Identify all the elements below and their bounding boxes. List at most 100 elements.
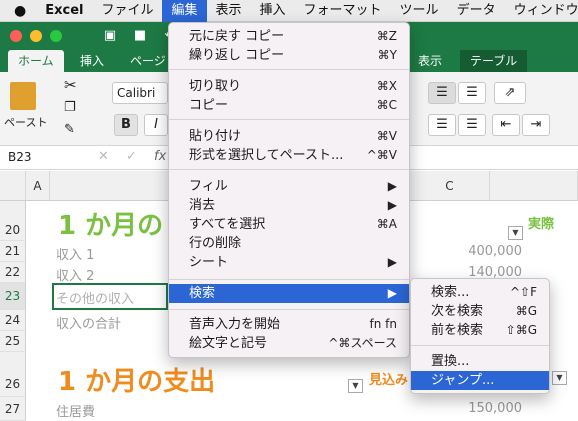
menu-item-shortcut: ^⌘V — [366, 148, 397, 162]
bold-button[interactable]: B — [114, 114, 138, 136]
submenu-item-go-to[interactable]: ジャンプ... — [411, 371, 549, 390]
justify-button[interactable]: ☰ — [458, 114, 486, 136]
column-header-a[interactable]: A — [26, 171, 50, 201]
menu-item-shortcut: ⌘V — [376, 129, 397, 143]
filter-dropdown-icon[interactable]: ▼ — [508, 226, 523, 240]
name-box[interactable]: B23 — [8, 150, 32, 164]
submenu-item-find-previous[interactable]: 前を検索 ⇧⌘G — [411, 321, 549, 340]
decrease-indent-icon[interactable]: ⇤ — [492, 114, 520, 136]
menu-item-delete-row[interactable]: 行の削除 — [169, 234, 409, 253]
menu-item-cut[interactable]: 切り取り ⌘X — [169, 77, 409, 96]
submenu-item-find[interactable]: 検索... ^⇧F — [411, 283, 549, 302]
submenu-item-replace[interactable]: 置換... — [411, 352, 549, 371]
menu-item-select-all[interactable]: すべてを選択 ⌘A — [169, 215, 409, 234]
menu-separator — [411, 345, 549, 346]
align-right-button[interactable]: ☰ — [428, 114, 456, 136]
menu-bar: ● Excel ファイル 編集 表示 挿入 フォーマット ツール データ ウィン… — [0, 0, 578, 22]
row-header[interactable]: 26 — [0, 352, 26, 397]
menu-item-copy[interactable]: コピー ⌘C — [169, 96, 409, 115]
menu-insert[interactable]: 挿入 — [251, 0, 295, 22]
menu-item-clear[interactable]: 消去 ▶ — [169, 196, 409, 215]
close-window-button[interactable] — [10, 30, 22, 42]
column-header-b[interactable] — [50, 171, 170, 201]
menu-item-label: 検索 — [189, 286, 216, 301]
tab-view[interactable]: 表示 — [408, 50, 452, 72]
income-title: 1 か月の — [58, 211, 164, 241]
paste-label: ペースト — [4, 116, 48, 129]
menu-item-label: 切り取り — [189, 79, 242, 94]
menu-tools[interactable]: ツール — [391, 0, 448, 22]
paste-icon[interactable] — [10, 82, 36, 110]
select-all-corner[interactable] — [0, 171, 26, 201]
income-value: 400,000 — [468, 244, 522, 259]
menu-item-paste[interactable]: 貼り付け ⌘V — [169, 127, 409, 146]
tab-table[interactable]: テーブル — [460, 50, 528, 72]
edit-menu: 元に戻す コピー ⌘Z 繰り返し コピー ⌘Y 切り取り ⌘X コピー ⌘C 貼り付け ⌘… — [168, 22, 410, 358]
menu-item-sheet[interactable]: シート ▶ — [169, 253, 409, 272]
menu-item-shortcut: ⌘G — [515, 304, 537, 318]
font-name-field[interactable]: Calibri — [112, 82, 168, 104]
menu-item-label: 行の削除 — [189, 236, 242, 251]
menu-item-shortcut: ^⇧F — [509, 285, 537, 299]
column-header-d[interactable] — [490, 171, 578, 201]
row-header[interactable]: 20 — [0, 201, 26, 241]
minimize-window-button[interactable] — [30, 30, 42, 42]
row-header[interactable]: 27 — [0, 397, 26, 421]
tab-insert[interactable]: 挿入 — [70, 50, 114, 72]
function-icon[interactable]: fx — [154, 149, 166, 164]
menu-item-paste-special[interactable]: 形式を選択してペースト... ^⌘V — [169, 146, 409, 165]
filter-dropdown-icon[interactable]: ▼ — [348, 379, 363, 393]
align-bottom-button[interactable]: ☰ — [458, 82, 486, 104]
submenu-arrow-icon: ▶ — [387, 255, 397, 269]
sidebar-icon[interactable]: ▣ — [102, 28, 118, 44]
cut-icon[interactable]: ✂ — [64, 76, 77, 94]
save-icon[interactable]: ■ — [132, 28, 148, 44]
row-header[interactable]: 24 — [0, 310, 26, 331]
tab-home[interactable]: ホーム — [8, 50, 64, 72]
menu-item-undo-copy[interactable]: 元に戻す コピー ⌘Z — [169, 27, 409, 46]
menu-view[interactable]: 表示 — [207, 0, 251, 22]
submenu-item-find-next[interactable]: 次を検索 ⌘G — [411, 302, 549, 321]
align-middle-button[interactable]: ☰ — [428, 82, 456, 104]
orientation-icon[interactable]: ⇗ — [494, 82, 526, 104]
menu-item-find[interactable]: 検索 ▶ — [169, 284, 409, 303]
menu-window[interactable]: ウィンドウ — [505, 0, 578, 22]
confirm-icon[interactable]: ✓ — [126, 149, 137, 164]
income-total-label: 収入の合計 — [56, 317, 122, 332]
menu-item-shortcut: ⌘Y — [377, 48, 397, 62]
expense-value: 150,000 — [468, 401, 522, 416]
menu-edit[interactable]: 編集 — [162, 0, 207, 22]
row-header-selected[interactable]: 23 — [0, 283, 26, 310]
menu-item-emoji-symbols[interactable]: 絵文字と記号 ^⌘スペース — [169, 334, 409, 353]
zoom-window-button[interactable] — [50, 30, 62, 42]
apple-logo-icon[interactable]: ● — [0, 0, 36, 22]
menu-item-fill[interactable]: フィル ▶ — [169, 177, 409, 196]
menu-item-shortcut: ⌘A — [376, 217, 397, 231]
italic-button[interactable]: I — [144, 114, 168, 136]
income-label: 収入 1 — [56, 248, 95, 263]
row-header[interactable]: 25 — [0, 331, 26, 352]
menu-item-shortcut: ⇧⌘G — [505, 323, 537, 337]
menu-item-label: 繰り返し コピー — [189, 48, 285, 63]
increase-indent-icon[interactable]: ⇥ — [522, 114, 550, 136]
menu-data[interactable]: データ — [448, 0, 505, 22]
column-header-c[interactable]: C — [410, 171, 490, 201]
menu-item-label: すべてを選択 — [189, 217, 266, 232]
menu-separator — [169, 119, 409, 120]
menu-item-label: コピー — [189, 98, 229, 113]
menu-item-label: 消去 — [189, 198, 216, 213]
filter-dropdown-icon[interactable]: ▼ — [552, 371, 567, 385]
row-header[interactable]: 22 — [0, 262, 26, 283]
menu-app-excel[interactable]: Excel — [36, 0, 92, 22]
menu-item-label: 貼り付け — [189, 129, 242, 144]
cancel-icon[interactable]: ✕ — [98, 149, 109, 164]
copy-icon[interactable]: ❐ — [64, 100, 76, 115]
column-actual-header: 実際 — [528, 217, 555, 232]
menu-item-start-dictation[interactable]: 音声入力を開始 fn fn — [169, 315, 409, 334]
menu-item-redo-copy[interactable]: 繰り返し コピー ⌘Y — [169, 46, 409, 65]
format-painter-icon[interactable]: ✎ — [64, 122, 75, 137]
submenu-arrow-icon: ▶ — [387, 179, 397, 193]
menu-file[interactable]: ファイル — [92, 0, 162, 22]
row-header[interactable]: 21 — [0, 241, 26, 262]
menu-format[interactable]: フォーマット — [295, 0, 391, 22]
